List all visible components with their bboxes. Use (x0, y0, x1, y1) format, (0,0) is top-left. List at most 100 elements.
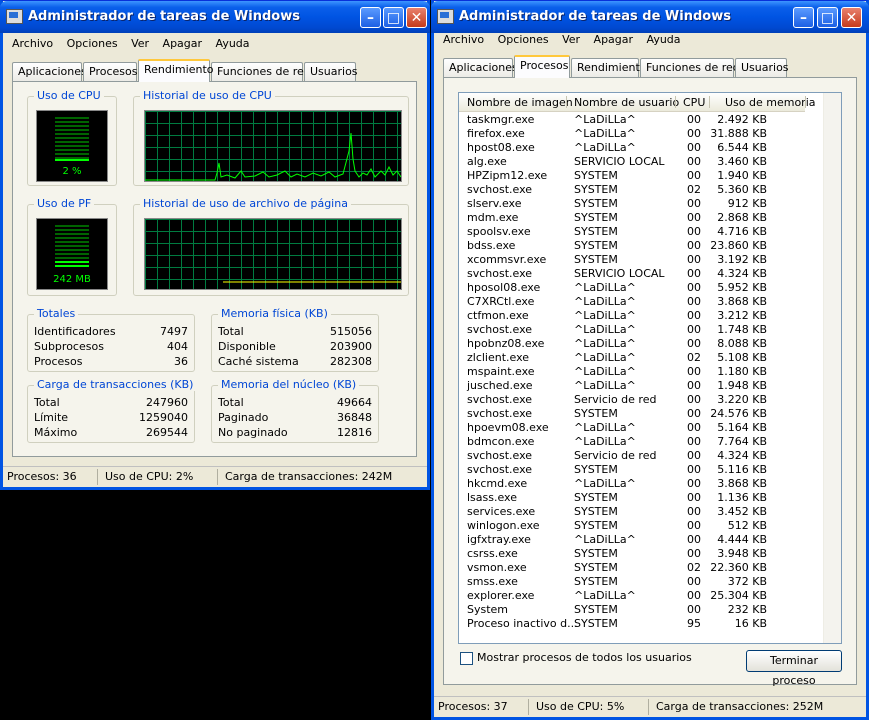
table-row[interactable]: svchost.exe SYSTEM 02 5.360 KB (459, 183, 805, 197)
table-row[interactable]: System SYSTEM 00 232 KB (459, 603, 805, 617)
table-row[interactable]: jusched.exe ^LaDiLLa^ 00 1.948 KB (459, 379, 805, 393)
tab-rendimiento[interactable]: Rendimiento (571, 58, 646, 77)
cell-user-name: SYSTEM (574, 547, 618, 560)
menu-ayuda[interactable]: Ayuda (211, 35, 255, 52)
tab-funciones-de-red[interactable]: Funciones de red (211, 62, 311, 81)
table-row[interactable]: igfxtray.exe ^LaDiLLa^ 00 4.444 KB (459, 533, 805, 547)
table-row[interactable]: HPZipm12.exe SYSTEM 00 1.940 KB (459, 169, 805, 183)
tab-procesos[interactable]: Procesos (83, 62, 137, 81)
tab-aplicaciones[interactable]: Aplicaciones (443, 58, 518, 77)
memoria-nucleo-label: Paginado (218, 411, 269, 424)
tab-procesos[interactable]: Procesos (514, 55, 570, 78)
menu-archivo[interactable]: Archivo (438, 31, 489, 48)
column-header-cpu[interactable]: CPU (683, 96, 705, 109)
cell-cpu: 00 (687, 477, 701, 490)
maximize-icon: □ (386, 10, 401, 26)
cell-cpu: 00 (687, 519, 701, 532)
cell-user-name: SYSTEM (574, 169, 618, 182)
table-row[interactable]: winlogon.exe SYSTEM 00 512 KB (459, 519, 805, 533)
show-all-users-checkbox[interactable] (460, 652, 473, 665)
cell-user-name: ^LaDiLLa^ (574, 421, 636, 434)
table-row[interactable]: svchost.exe SERVICIO LOCAL 00 4.324 KB (459, 267, 805, 281)
process-list[interactable]: Nombre de imagen Nombre de usuario CPU U… (458, 92, 842, 644)
title-bar[interactable]: Administrador de tareas de Windows – □ ✕ (431, 1, 869, 33)
tab-rendimiento[interactable]: Rendimiento (138, 59, 213, 82)
column-header-image-name[interactable]: Nombre de imagen (467, 96, 573, 109)
table-row[interactable]: C7XRCtl.exe ^LaDiLLa^ 00 3.868 KB (459, 295, 805, 309)
table-row[interactable]: svchost.exe Servicio de red 00 4.324 KB (459, 449, 805, 463)
table-row[interactable]: lsass.exe SYSTEM 00 1.136 KB (459, 491, 805, 505)
close-button[interactable]: ✕ (406, 7, 427, 28)
tab-usuarios[interactable]: Usuarios (735, 58, 789, 77)
table-row[interactable]: svchost.exe ^LaDiLLa^ 00 1.748 KB (459, 323, 805, 337)
table-row[interactable]: ctfmon.exe ^LaDiLLa^ 00 3.212 KB (459, 309, 805, 323)
table-row[interactable]: alg.exe SERVICIO LOCAL 00 3.460 KB (459, 155, 805, 169)
cell-image-name: mspaint.exe (467, 365, 535, 378)
close-button[interactable]: ✕ (841, 7, 862, 28)
cell-cpu: 00 (687, 435, 701, 448)
menu-ver[interactable]: Ver (126, 35, 154, 52)
cell-user-name: ^LaDiLLa^ (574, 351, 636, 364)
cell-user-name: SYSTEM (574, 617, 618, 630)
cell-memory: 5.116 KB (717, 463, 767, 476)
title-bar[interactable]: Administrador de tareas de Windows – □ ✕ (0, 1, 430, 33)
table-row[interactable]: spoolsv.exe SYSTEM 00 4.716 KB (459, 225, 805, 239)
table-row[interactable]: zlclient.exe ^LaDiLLa^ 02 5.108 KB (459, 351, 805, 365)
table-row[interactable]: xcommsvr.exe SYSTEM 00 3.192 KB (459, 253, 805, 267)
cell-memory: 2.868 KB (717, 211, 767, 224)
cell-cpu: 00 (687, 113, 701, 126)
column-header-memory[interactable]: Uso de memoria (725, 96, 816, 109)
minimize-button[interactable]: – (793, 7, 814, 28)
menu-ver[interactable]: Ver (557, 31, 585, 48)
table-row[interactable]: firefox.exe ^LaDiLLa^ 00 31.888 KB (459, 127, 805, 141)
menu-apagar[interactable]: Apagar (158, 35, 208, 52)
maximize-button[interactable]: □ (817, 7, 838, 28)
end-process-button[interactable]: Terminar proceso (746, 650, 842, 687)
table-row[interactable]: mdm.exe SYSTEM 00 2.868 KB (459, 211, 805, 225)
menu-opciones[interactable]: Opciones (493, 31, 554, 48)
table-row[interactable]: svchost.exe SYSTEM 00 5.116 KB (459, 463, 805, 477)
table-row[interactable]: mspaint.exe ^LaDiLLa^ 00 1.180 KB (459, 365, 805, 379)
table-row[interactable]: vsmon.exe SYSTEM 02 22.360 KB (459, 561, 805, 575)
minimize-button[interactable]: – (360, 7, 381, 28)
table-row[interactable]: svchost.exe SYSTEM 00 24.576 KB (459, 407, 805, 421)
table-row[interactable]: hpost08.exe ^LaDiLLa^ 00 6.544 KB (459, 141, 805, 155)
table-row[interactable]: hpobnz08.exe ^LaDiLLa^ 00 8.088 KB (459, 337, 805, 351)
column-header-user-name[interactable]: Nombre de usuario (574, 96, 679, 109)
tab-usuarios[interactable]: Usuarios (304, 62, 358, 81)
table-row[interactable]: slserv.exe SYSTEM 00 912 KB (459, 197, 805, 211)
cell-cpu: 00 (687, 253, 701, 266)
cell-user-name: SYSTEM (574, 519, 618, 532)
cpu-usage-group: Uso de CPU 2 % (27, 89, 117, 186)
cell-memory: 3.948 KB (717, 547, 767, 560)
table-row[interactable]: bdss.exe SYSTEM 00 23.860 KB (459, 239, 805, 253)
cell-cpu: 00 (687, 281, 701, 294)
menu-archivo[interactable]: Archivo (7, 35, 58, 52)
menu-ayuda[interactable]: Ayuda (642, 31, 686, 48)
cell-cpu: 00 (687, 393, 701, 406)
table-row[interactable]: bdmcon.exe ^LaDiLLa^ 00 7.764 KB (459, 435, 805, 449)
table-row[interactable]: services.exe SYSTEM 00 3.452 KB (459, 505, 805, 519)
table-row[interactable]: taskmgr.exe ^LaDiLLa^ 00 2.492 KB (459, 113, 805, 127)
table-row[interactable]: Proceso inactivo d... SYSTEM 95 16 KB (459, 617, 805, 631)
table-row[interactable]: svchost.exe Servicio de red 00 3.220 KB (459, 393, 805, 407)
table-row[interactable]: hpoevm08.exe ^LaDiLLa^ 00 5.164 KB (459, 421, 805, 435)
table-row[interactable]: explorer.exe ^LaDiLLa^ 00 25.304 KB (459, 589, 805, 603)
table-row[interactable]: hposol08.exe ^LaDiLLa^ 00 5.952 KB (459, 281, 805, 295)
maximize-button[interactable]: □ (383, 7, 404, 28)
show-all-users-label[interactable]: Mostrar procesos de todos los usuarios (477, 651, 692, 664)
menu-bar: Archivo Opciones Ver Apagar Ayuda (7, 35, 427, 55)
menu-opciones[interactable]: Opciones (62, 35, 123, 52)
cell-image-name: bdmcon.exe (467, 435, 535, 448)
scrollbar[interactable] (823, 93, 841, 643)
tab-aplicaciones[interactable]: Aplicaciones (12, 62, 87, 81)
cell-cpu: 00 (687, 225, 701, 238)
tab-funciones-de-red[interactable]: Funciones de red (640, 58, 740, 77)
cell-image-name: hpobnz08.exe (467, 337, 545, 350)
table-row[interactable]: smss.exe SYSTEM 00 372 KB (459, 575, 805, 589)
menu-apagar[interactable]: Apagar (589, 31, 639, 48)
cell-image-name: services.exe (467, 505, 536, 518)
table-row[interactable]: hkcmd.exe ^LaDiLLa^ 00 3.868 KB (459, 477, 805, 491)
table-row[interactable]: csrss.exe SYSTEM 00 3.948 KB (459, 547, 805, 561)
cell-cpu: 00 (687, 323, 701, 336)
